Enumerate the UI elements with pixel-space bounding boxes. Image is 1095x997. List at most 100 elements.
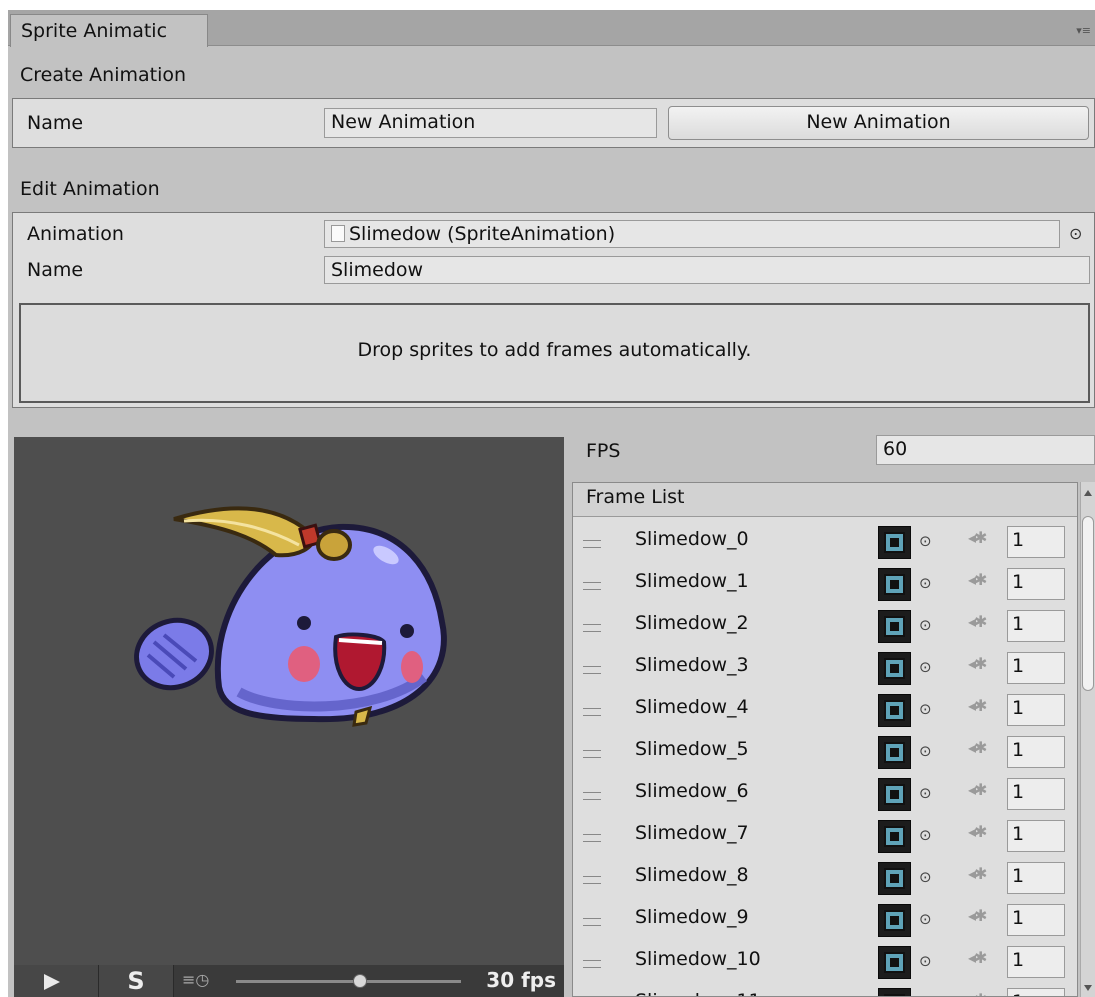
sprite-thumbnail-icon[interactable] — [878, 820, 911, 853]
scroll-up-icon[interactable] — [1084, 490, 1092, 496]
scroll-down-icon[interactable] — [1084, 985, 1092, 991]
frame-duration-input[interactable]: 1 — [1007, 778, 1065, 810]
duration-slider-icon[interactable]: ◂✱ — [968, 864, 987, 883]
loop-button[interactable]: S — [99, 965, 174, 997]
create-animation-header: Create Animation — [20, 64, 187, 86]
slimedow-sprite-preview — [134, 506, 447, 727]
sprite-drop-zone[interactable]: Drop sprites to add frames automatically… — [19, 303, 1090, 403]
sprite-animation-window: Sprite Animatic ▾≡ Create Animation Name… — [8, 10, 1095, 997]
animation-name-input[interactable]: Slimedow — [324, 256, 1090, 284]
sprite-picker-icon[interactable]: ⊙ — [919, 952, 932, 970]
duration-slider-icon[interactable]: ◂✱ — [968, 822, 987, 841]
drag-handle-icon[interactable] — [583, 960, 601, 968]
tab-strip: Sprite Animatic ▾≡ — [8, 10, 1095, 47]
frame-name: Slimedow_5 — [635, 738, 749, 760]
frame-row[interactable]: Slimedow_4 ⊙ ◂✱ 1 — [573, 690, 1077, 732]
duration-slider-icon[interactable]: ◂✱ — [968, 654, 987, 673]
drag-handle-icon[interactable] — [583, 918, 601, 926]
object-picker-icon[interactable]: ⊙ — [1069, 224, 1082, 243]
preview-toolbar: S ≡◷ 30 fps — [14, 965, 564, 997]
sprite-picker-icon[interactable]: ⊙ — [919, 700, 932, 718]
sprite-thumbnail-icon[interactable] — [878, 736, 911, 769]
drag-handle-icon[interactable] — [583, 708, 601, 716]
drag-handle-icon[interactable] — [583, 582, 601, 590]
frame-row[interactable]: Slimedow_8 ⊙ ◂✱ 1 — [573, 858, 1077, 900]
frame-row[interactable]: Slimedow_11⊙◂✱1 — [573, 984, 1077, 996]
drag-handle-icon[interactable] — [583, 834, 601, 842]
frame-duration-input[interactable]: 1 — [1007, 904, 1065, 936]
sprite-picker-icon[interactable]: ⊙ — [919, 532, 932, 550]
drag-handle-icon[interactable] — [583, 792, 601, 800]
new-animation-name-input[interactable]: New Animation — [324, 108, 657, 138]
duration-slider-icon[interactable]: ◂✱ — [968, 570, 987, 589]
tab-sprite-animation[interactable]: Sprite Animatic — [10, 14, 208, 47]
duration-slider-icon[interactable]: ◂✱ — [968, 780, 987, 799]
duration-slider-icon[interactable]: ◂✱ — [968, 906, 987, 925]
fps-input[interactable]: 60 — [876, 435, 1095, 465]
frame-duration-input[interactable]: 1 — [1007, 862, 1065, 894]
frame-row[interactable]: Slimedow_5 ⊙ ◂✱ 1 — [573, 732, 1077, 774]
frame-row[interactable]: Slimedow_2 ⊙ ◂✱ 1 — [573, 606, 1077, 648]
fps-label: FPS — [586, 440, 621, 462]
window-menu-icon[interactable]: ▾≡ — [1076, 24, 1091, 37]
frame-list-scrollbar[interactable] — [1080, 482, 1095, 997]
drag-handle-icon[interactable] — [583, 750, 601, 758]
edit-name-label: Name — [27, 259, 84, 281]
frame-duration-input[interactable]: 1 — [1007, 652, 1065, 684]
sprite-thumbnail-icon[interactable] — [878, 652, 911, 685]
sprite-picker-icon[interactable]: ⊙ — [919, 658, 932, 676]
duration-slider-icon[interactable]: ◂✱ — [968, 948, 987, 967]
sprite-picker-icon[interactable]: ⊙ — [919, 742, 932, 760]
speed-slider-track[interactable] — [236, 980, 461, 983]
frame-duration-input[interactable]: 1 — [1007, 988, 1065, 996]
loop-icon: S — [127, 967, 145, 995]
frame-duration-input[interactable]: 1 — [1007, 694, 1065, 726]
new-animation-button[interactable]: New Animation — [668, 106, 1089, 140]
drop-hint-text: Drop sprites to add frames automatically… — [357, 339, 752, 361]
sprite-thumbnail-icon[interactable] — [878, 568, 911, 601]
duration-slider-icon[interactable]: ◂✱ — [968, 696, 987, 715]
sprite-picker-icon[interactable]: ⊙ — [919, 826, 932, 844]
slime-eye-right — [400, 624, 414, 638]
frame-row[interactable]: Slimedow_6 ⊙ ◂✱ 1 — [573, 774, 1077, 816]
frame-duration-input[interactable]: 1 — [1007, 736, 1065, 768]
speed-slider-thumb[interactable] — [352, 974, 367, 988]
sprite-picker-icon[interactable]: ⊙ — [919, 910, 932, 928]
frame-row[interactable]: Slimedow_0 ⊙ ◂✱ 1 — [573, 522, 1077, 564]
frame-name: Slimedow_8 — [635, 864, 749, 886]
drag-handle-icon[interactable] — [583, 540, 601, 548]
sprite-picker-icon[interactable]: ⊙ — [919, 574, 932, 592]
sprite-thumbnail-icon[interactable] — [878, 904, 911, 937]
sprite-picker-icon[interactable]: ⊙ — [919, 868, 932, 886]
scroll-thumb[interactable] — [1082, 516, 1094, 691]
duration-slider-icon[interactable]: ◂✱ — [968, 528, 987, 547]
drag-handle-icon[interactable] — [583, 624, 601, 632]
duration-slider-icon[interactable]: ◂✱ — [968, 738, 987, 757]
frame-row[interactable]: Slimedow_3 ⊙ ◂✱ 1 — [573, 648, 1077, 690]
frame-duration-input[interactable]: 1 — [1007, 946, 1065, 978]
drag-handle-icon[interactable] — [583, 666, 601, 674]
frame-duration-input[interactable]: 1 — [1007, 820, 1065, 852]
sprite-thumbnail-icon[interactable] — [878, 988, 911, 996]
frame-row[interactable]: Slimedow_7 ⊙ ◂✱ 1 — [573, 816, 1077, 858]
frame-duration-input[interactable]: 1 — [1007, 526, 1065, 558]
sprite-thumbnail-icon[interactable] — [878, 610, 911, 643]
play-button[interactable] — [14, 965, 99, 997]
frame-row[interactable]: Slimedow_1 ⊙ ◂✱ 1 — [573, 564, 1077, 606]
sprite-thumbnail-icon[interactable] — [878, 778, 911, 811]
sprite-thumbnail-icon[interactable] — [878, 694, 911, 727]
frame-row[interactable]: Slimedow_9 ⊙ ◂✱ 1 — [573, 900, 1077, 942]
animation-object-field[interactable]: Slimedow (SpriteAnimation) — [324, 220, 1060, 248]
sprite-thumbnail-icon[interactable] — [878, 526, 911, 559]
sprite-thumbnail-icon[interactable] — [878, 946, 911, 979]
sprite-picker-icon[interactable]: ⊙ — [919, 616, 932, 634]
frame-duration-input[interactable]: 1 — [1007, 610, 1065, 642]
sprite-picker-icon[interactable]: ⊙ — [919, 784, 932, 802]
duration-slider-icon[interactable]: ◂✱ — [968, 990, 987, 996]
duration-slider-icon[interactable]: ◂✱ — [968, 612, 987, 631]
frame-row[interactable]: Slimedow_10 ⊙ ◂✱ 1 — [573, 942, 1077, 984]
frame-duration-input[interactable]: 1 — [1007, 568, 1065, 600]
sprite-thumbnail-icon[interactable] — [878, 862, 911, 895]
drag-handle-icon[interactable] — [583, 876, 601, 884]
frame-name: Slimedow_2 — [635, 612, 749, 634]
